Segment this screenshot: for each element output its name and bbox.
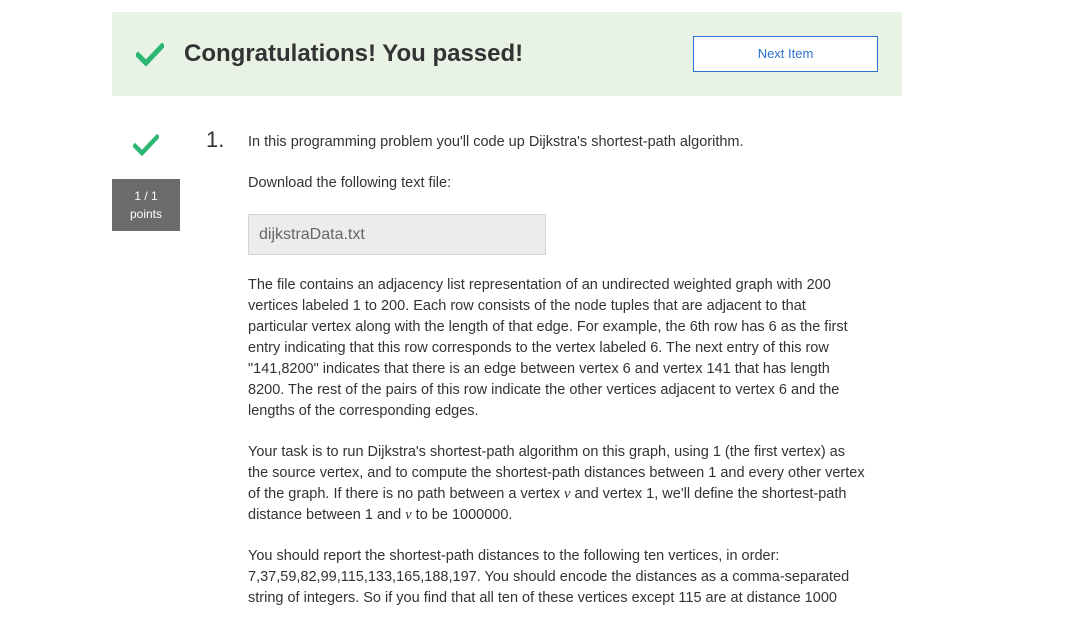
task-description: Your task is to run Dijkstra's shortest-… bbox=[248, 442, 866, 526]
pass-title: Congratulations! You passed! bbox=[184, 40, 524, 67]
check-icon bbox=[136, 42, 164, 67]
score-value: 1 / 1 bbox=[134, 189, 158, 203]
pass-banner: Congratulations! You passed! Next Item bbox=[112, 12, 902, 96]
score-badge: 1 / 1 points bbox=[112, 179, 180, 231]
report-instructions: You should report the shortest-path dist… bbox=[248, 548, 850, 606]
check-icon bbox=[133, 133, 159, 157]
question-number: 1. bbox=[206, 127, 225, 152]
question-intro: In this programming problem you'll code … bbox=[248, 134, 744, 150]
task-text-3: to be 1000000. bbox=[411, 507, 513, 523]
file-download-link[interactable]: dijkstraData.txt bbox=[248, 214, 546, 255]
next-item-button[interactable]: Next Item bbox=[693, 36, 878, 72]
question-body: In this programming problem you'll code … bbox=[248, 132, 866, 629]
file-description: The file contains an adjacency list repr… bbox=[248, 277, 848, 419]
score-unit: points bbox=[129, 207, 163, 221]
download-prompt: Download the following text file: bbox=[248, 175, 452, 191]
